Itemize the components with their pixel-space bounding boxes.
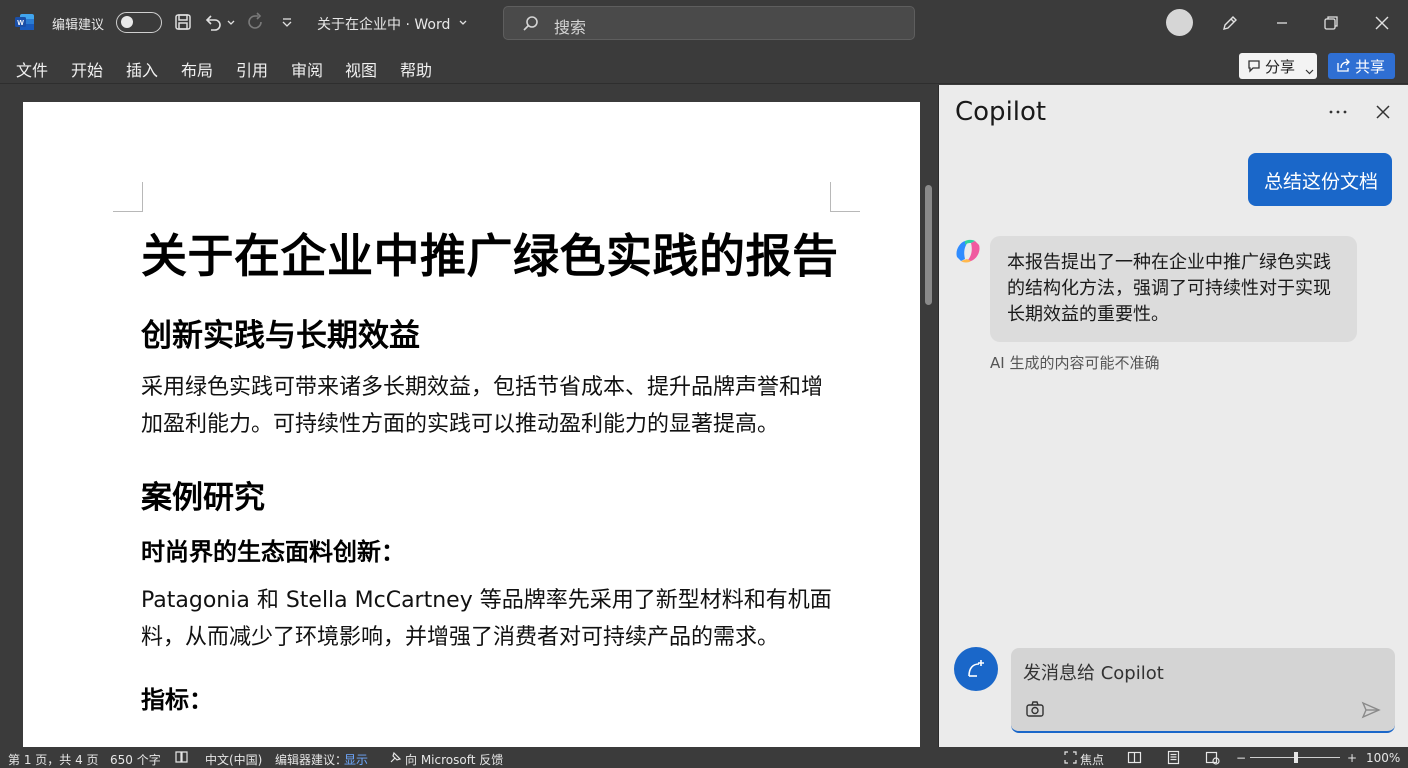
share-button[interactable]: 共享: [1328, 53, 1395, 79]
read-mode-icon[interactable]: [1127, 750, 1142, 765]
doc-title-chevron-icon[interactable]: [458, 12, 468, 32]
edit-suggestions-toggle[interactable]: [116, 12, 162, 33]
paragraph-fashion: Patagonia 和 Stella McCartney 等品牌率先采用了新型材…: [141, 588, 832, 650]
search-icon: [522, 14, 540, 32]
tab-file[interactable]: 文件: [16, 57, 48, 81]
word-logo-icon: W: [15, 13, 35, 31]
subheading-fashion: 时尚界的生态面料创新：: [141, 538, 405, 566]
zoom-level[interactable]: 100%: [1366, 751, 1400, 765]
tab-insert[interactable]: 插入: [126, 57, 158, 81]
edit-suggestions-label: 编辑建议: [52, 18, 105, 33]
close-window-icon[interactable]: [1372, 13, 1392, 33]
paragraph-innovation: 采用绿色实践可带来诸多长期效益，包括节省成本、提升品牌声誉和增加盈利能力。可持续…: [141, 375, 824, 437]
ai-response: 本报告提出了一种在企业中推广绿色实践的结构化方法，强调了可持续性对于实现长期效益…: [990, 236, 1357, 342]
pen-icon[interactable]: [1220, 13, 1240, 33]
search-placeholder: 搜索: [554, 18, 587, 37]
editor-suggestions-value[interactable]: 显示: [344, 751, 368, 768]
comments-share-label: 分享: [1265, 58, 1296, 76]
more-options-icon[interactable]: [1327, 103, 1349, 121]
svg-text:W: W: [17, 20, 24, 27]
copilot-pane: Copilot 总结这份文档 本报告提出了一种在企业中推广绿色实践的结构化方法，…: [938, 85, 1408, 747]
focus-label[interactable]: 焦点: [1080, 751, 1104, 768]
user-message: 总结这份文档: [1248, 153, 1392, 206]
close-pane-icon[interactable]: [1375, 104, 1391, 120]
word-count[interactable]: 650 个字: [110, 751, 161, 768]
margin-mark-top-right: [830, 182, 860, 212]
ribbon-tabs: 文件 开始 插入 布局 引用 审阅 视图 帮助 分享 共享: [0, 46, 1408, 84]
chevron-down-icon: [1305, 62, 1314, 75]
message-input-placeholder: 发消息给 Copilot: [1023, 663, 1164, 684]
share-label: 共享: [1355, 58, 1386, 76]
tab-review[interactable]: 审阅: [291, 57, 323, 81]
editor-suggestions-label: 编辑器建议：: [275, 753, 348, 767]
comment-icon: [1247, 59, 1261, 73]
send-icon[interactable]: [1361, 700, 1381, 720]
save-icon[interactable]: [173, 12, 193, 32]
undo-dropdown-icon[interactable]: [226, 12, 236, 32]
proofing-icon[interactable]: [174, 750, 189, 765]
tab-view[interactable]: 视图: [345, 57, 377, 81]
tab-home[interactable]: 开始: [71, 57, 103, 81]
document-page[interactable]: 关于在企业中推广绿色实践的报告 创新实践与长期效益 采用绿色实践可带来诸多长期效…: [23, 102, 920, 747]
document-title[interactable]: 关于在企业中 · Word: [317, 14, 450, 34]
search-box[interactable]: 搜索: [503, 6, 915, 40]
web-layout-icon[interactable]: [1205, 750, 1220, 765]
restore-icon[interactable]: [1321, 13, 1341, 33]
redo-icon[interactable]: [246, 12, 266, 32]
tab-help[interactable]: 帮助: [400, 57, 432, 81]
subheading-metrics: 指标：: [141, 686, 213, 714]
feedback-icon[interactable]: [388, 750, 403, 765]
ai-disclaimer: AI 生成的内容可能不准确: [990, 354, 1160, 372]
language[interactable]: 中文(中国): [205, 751, 262, 768]
vertical-scrollbar[interactable]: [925, 185, 932, 305]
margin-mark-top-left: [113, 182, 143, 212]
zoom-out-button[interactable]: −: [1236, 751, 1246, 765]
document-canvas: 关于在企业中推广绿色实践的报告 创新实践与长期效益 采用绿色实践可带来诸多长期效…: [0, 85, 938, 747]
zoom-in-button[interactable]: +: [1347, 751, 1357, 765]
status-bar: 第 1 页，共 4 页 650 个字 中文(中国) 编辑器建议： 显示 向 Mi…: [0, 747, 1408, 768]
feedback-link[interactable]: 向 Microsoft 反馈: [405, 751, 503, 768]
message-input[interactable]: 发消息给 Copilot: [1011, 648, 1395, 733]
copilot-title: Copilot: [955, 97, 1047, 127]
title-bar: W 编辑建议 关于在企业中 · Word 搜索: [0, 0, 1408, 46]
page-count[interactable]: 第 1 页，共 4 页: [8, 751, 99, 768]
comments-share-button[interactable]: 分享: [1239, 53, 1317, 79]
share-icon: [1336, 58, 1351, 73]
avatar[interactable]: [1166, 9, 1193, 36]
section-heading-innovation: 创新实践与长期效益: [141, 318, 420, 354]
customize-toolbar-icon[interactable]: [280, 12, 294, 32]
document-heading: 关于在企业中推广绿色实践的报告: [141, 229, 839, 283]
tab-references[interactable]: 引用: [236, 57, 268, 81]
focus-icon[interactable]: [1063, 750, 1078, 765]
section-heading-case-study: 案例研究: [141, 480, 265, 516]
new-chat-button[interactable]: [954, 647, 998, 691]
camera-icon[interactable]: [1025, 700, 1045, 718]
undo-icon[interactable]: [203, 12, 223, 32]
zoom-slider-thumb[interactable]: [1294, 752, 1298, 763]
copilot-logo-icon: [953, 237, 983, 265]
print-layout-icon[interactable]: [1166, 750, 1181, 765]
tab-layout[interactable]: 布局: [181, 57, 213, 81]
minimize-icon[interactable]: [1272, 13, 1292, 33]
